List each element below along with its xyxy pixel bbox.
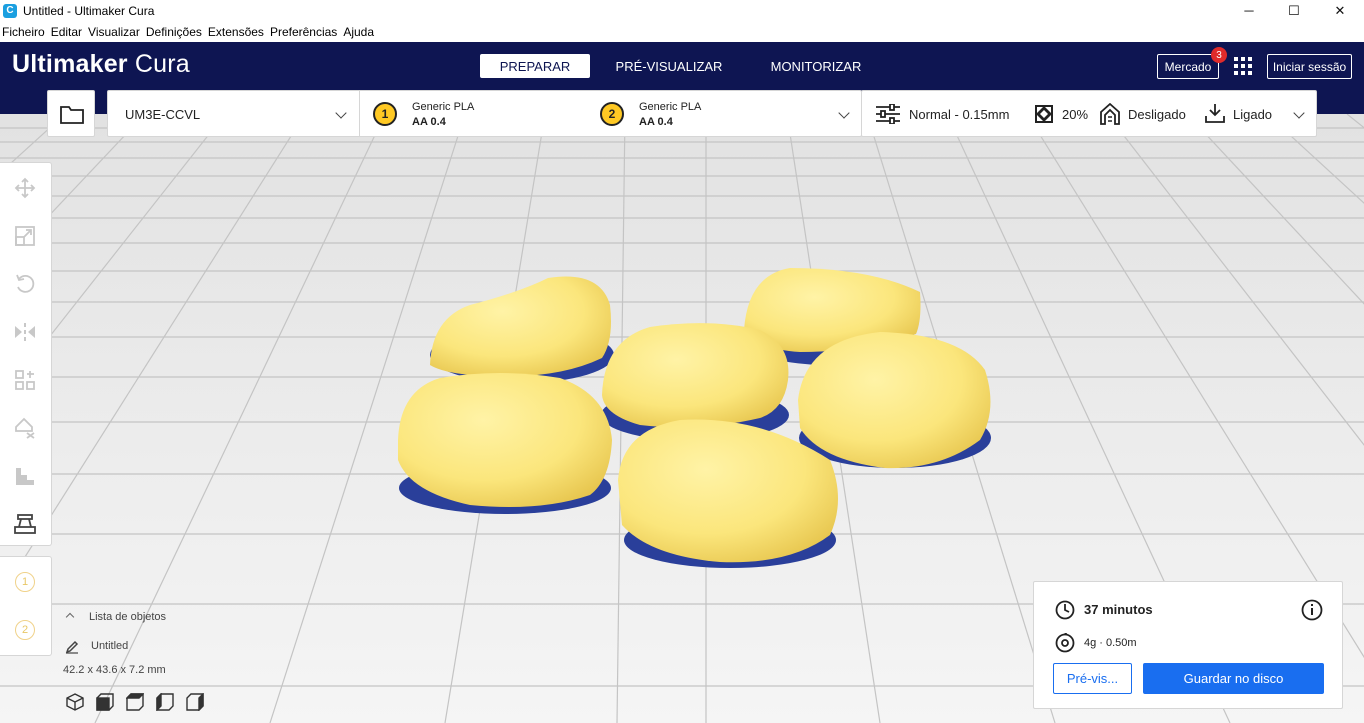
window-title-bar: C Untitled - Ultimaker Cura ─ ☐ ✕ xyxy=(0,0,1364,21)
view-front-icon[interactable] xyxy=(96,693,114,711)
extruder-1-select-icon[interactable]: 1 xyxy=(15,572,35,592)
settings-chevron-down-icon[interactable] xyxy=(1293,107,1305,119)
extruder-2-icon: 2 xyxy=(600,102,624,126)
menu-bar: Ficheiro Editar Visualizar Definições Ex… xyxy=(0,21,1364,42)
profile-label: Normal - 0.15mm xyxy=(909,107,1010,122)
move-icon[interactable] xyxy=(14,177,36,199)
folder-icon[interactable] xyxy=(60,104,84,124)
support-value: Desligado xyxy=(1128,107,1186,122)
logo-product: Cura xyxy=(134,50,190,78)
scale-icon[interactable] xyxy=(14,225,36,247)
logo-brand: Ultimaker xyxy=(12,50,128,78)
sign-in-button[interactable]: Iniciar sessão xyxy=(1267,54,1352,79)
support-blocker-icon[interactable] xyxy=(14,417,36,439)
tab-preview[interactable]: PRÉ-VISUALIZAR xyxy=(608,54,730,78)
infill-icon xyxy=(1035,105,1053,123)
layer-icon[interactable] xyxy=(14,465,36,487)
menu-extensions[interactable]: Extensões xyxy=(208,25,264,39)
menu-help[interactable]: Ajuda xyxy=(343,25,374,39)
clock-icon xyxy=(1055,600,1075,620)
menu-settings[interactable]: Definições xyxy=(146,25,202,39)
model-dimensions: 42.2 x 43.6 x 7.2 mm xyxy=(63,664,166,676)
menu-preferences[interactable]: Preferências xyxy=(270,25,337,39)
model-right[interactable] xyxy=(798,332,991,469)
extruder-2-material: Generic PLA xyxy=(639,101,702,113)
printer-name[interactable]: UM3E-CCVL xyxy=(125,107,200,122)
extruder-2-nozzle: AA 0.4 xyxy=(639,116,673,128)
print-summary-panel: 37 minutos 4g · 0.50m Pré-vis... Guardar… xyxy=(1033,581,1343,709)
minimize-button[interactable]: ─ xyxy=(1226,0,1272,21)
view-top-icon[interactable] xyxy=(126,693,144,711)
extruder-selector: 1 2 xyxy=(0,556,52,656)
print-time: 37 minutos xyxy=(1084,602,1153,617)
per-model-settings-icon[interactable] xyxy=(14,369,36,391)
mirror-icon[interactable] xyxy=(14,321,36,343)
infill-value: 20% xyxy=(1062,107,1089,122)
marketplace-button[interactable]: Mercado xyxy=(1157,54,1219,79)
object-list-header[interactable]: Lista de objetos xyxy=(89,611,166,623)
edit-pencil-icon[interactable] xyxy=(65,640,79,654)
printer-chevron-down-icon[interactable] xyxy=(335,107,347,119)
preview-button[interactable]: Pré-vis... xyxy=(1053,663,1132,694)
print-settings-panel[interactable]: Normal - 0.15mm 20% Desligado Ligado xyxy=(861,90,1317,137)
extruder-2-select-icon[interactable]: 2 xyxy=(15,620,35,640)
tab-monitor[interactable]: MONITORIZAR xyxy=(760,54,872,78)
job-name[interactable]: Untitled xyxy=(91,640,128,652)
adhesion-icon xyxy=(1205,104,1225,123)
extruder-1-nozzle: AA 0.4 xyxy=(412,116,446,128)
extruder-1-material: Generic PLA xyxy=(412,101,475,113)
material-usage: 4g · 0.50m xyxy=(1084,637,1137,649)
maximize-button[interactable]: ☐ xyxy=(1271,0,1317,21)
apps-grid-icon[interactable] xyxy=(1234,57,1252,75)
view-left-icon[interactable] xyxy=(156,693,174,711)
ultimaker-cura-logo: Ultimaker Cura xyxy=(12,50,190,79)
support-icon xyxy=(1100,103,1120,125)
save-to-disk-button[interactable]: Guardar no disco xyxy=(1143,663,1324,694)
extruder-1-icon: 1 xyxy=(373,102,397,126)
tab-prepare[interactable]: PREPARAR xyxy=(480,54,590,78)
menu-file[interactable]: Ficheiro xyxy=(2,25,45,39)
cura-app-icon: C xyxy=(3,3,17,18)
adhesion-value: Ligado xyxy=(1233,107,1273,122)
marketplace-notification-badge: 3 xyxy=(1211,47,1227,63)
view-3d-icon[interactable] xyxy=(66,693,84,711)
model-bottom-left[interactable] xyxy=(398,373,612,514)
view-right-icon[interactable] xyxy=(186,693,204,711)
info-icon[interactable] xyxy=(1301,599,1323,621)
window-title: Untitled - Ultimaker Cura xyxy=(23,3,155,18)
menu-view[interactable]: Visualizar xyxy=(88,25,140,39)
settings-sliders-icon xyxy=(876,104,900,124)
rotate-icon[interactable] xyxy=(14,273,36,295)
filament-spool-icon xyxy=(1055,633,1075,653)
open-file-panel[interactable] xyxy=(47,90,95,137)
printer-config-panel: UM3E-CCVL 1 Generic PLA AA 0.4 2 Generic… xyxy=(107,90,862,137)
left-toolbar xyxy=(0,162,52,546)
menu-edit[interactable]: Editar xyxy=(51,25,82,39)
close-button[interactable]: ✕ xyxy=(1317,0,1363,21)
printer-divider xyxy=(359,91,360,136)
material-chevron-down-icon[interactable] xyxy=(838,107,850,119)
build-plate-icon[interactable] xyxy=(14,513,36,535)
